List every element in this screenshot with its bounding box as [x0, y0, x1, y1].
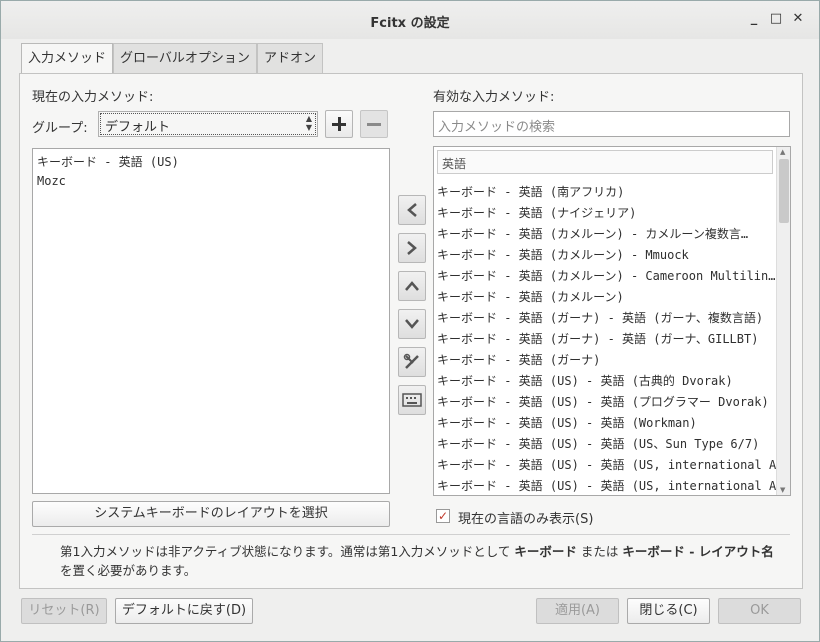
only-current-lang-label[interactable]: 現在の言語のみ表示(S): [458, 508, 593, 527]
restore-defaults-button[interactable]: デフォルトに戻す(D): [115, 598, 253, 624]
add-group-button[interactable]: [325, 110, 353, 138]
chevron-right-icon: [407, 241, 417, 255]
reset-button[interactable]: リセット(R): [21, 598, 107, 624]
current-im-list[interactable]: キーボード - 英語 (US) Mozc: [32, 148, 390, 494]
move-right-button[interactable]: [398, 233, 426, 263]
list-item[interactable]: キーボード - 英語 (ナイジェリア): [437, 204, 636, 221]
list-item[interactable]: キーボード - 英語 (US) - 英語 (US, international …: [437, 456, 783, 473]
scroll-down-icon[interactable]: ▼: [780, 486, 785, 494]
chevron-down-icon: [405, 319, 419, 329]
tools-icon: [403, 353, 419, 369]
note-bold: キーボード - レイアウト名: [622, 544, 774, 559]
only-current-lang-checkbox[interactable]: ✓: [436, 509, 450, 523]
list-item[interactable]: キーボード - 英語 (US) - 英語 (US、Sun Type 6/7): [437, 435, 759, 452]
select-system-layout-button[interactable]: システムキーボードのレイアウトを選択: [32, 501, 390, 527]
divider: [32, 534, 790, 535]
move-down-button[interactable]: [398, 309, 426, 339]
list-item[interactable]: キーボード - 英語 (カメルーン) - Cameroon Multilin…: [437, 267, 775, 284]
scroll-up-icon[interactable]: ▲: [780, 148, 785, 156]
list-item[interactable]: Mozc: [37, 174, 66, 188]
group-select-value: デフォルト: [105, 120, 171, 135]
list-item[interactable]: キーボード - 英語 (US) - 英語 (プログラマー Dvorak): [437, 393, 769, 410]
input-method-panel: 現在の入力メソッド: グループ: デフォルト ▲ ▼ キーボード - 英語 (US…: [19, 73, 803, 589]
list-item[interactable]: キーボード - 英語 (US) - 英語 (US, international …: [437, 477, 783, 494]
scrollbar[interactable]: ▲ ▼: [776, 147, 790, 495]
plus-icon: [332, 117, 346, 131]
remove-group-button[interactable]: [360, 110, 388, 138]
keyboard-layout-button[interactable]: [398, 385, 426, 415]
tab-addons[interactable]: アドオン: [257, 43, 324, 73]
group-header-box: 英語: [437, 150, 773, 174]
tab-global-options[interactable]: グローバルオプション: [113, 43, 257, 73]
settings-window: Fcitx の設定 _ □ ✕ 入力メソッド グローバルオプション アドオン 現…: [0, 0, 820, 642]
scrollbar-thumb[interactable]: [779, 159, 789, 223]
note-text: または: [576, 544, 623, 559]
minimize-icon[interactable]: _: [747, 12, 761, 26]
note-bold: キーボード: [514, 544, 577, 559]
keyboard-icon: [402, 393, 422, 407]
chevron-left-icon: [407, 203, 417, 217]
maximize-icon[interactable]: □: [769, 12, 783, 26]
minus-icon: [367, 123, 381, 126]
chevron-up-icon: [405, 281, 419, 291]
move-left-button[interactable]: [398, 195, 426, 225]
list-item[interactable]: キーボード - 英語 (US) - 英語 (Workman): [437, 414, 697, 431]
list-item[interactable]: キーボード - 英語 (ガーナ) - 英語 (ガーナ、GILLBT): [437, 330, 758, 347]
list-item[interactable]: キーボード - 英語 (カメルーン): [437, 288, 624, 305]
spin-arrows-icon: ▲ ▼: [305, 114, 312, 132]
move-up-button[interactable]: [398, 271, 426, 301]
available-im-list[interactable]: 英語 キーボード - 英語 (南アフリカ) キーボード - 英語 (ナイジェリア)…: [433, 146, 791, 496]
note-text: 第1入力メソッドは非アクティブ状態になります。通常は第1入力メソッドとして: [60, 544, 515, 559]
info-note: 第1入力メソッドは非アクティブ状態になります。通常は第1入力メソッドとして キー…: [60, 542, 790, 580]
group-label: グループ:: [32, 121, 88, 136]
note-text: を置く必要があります。: [60, 563, 197, 578]
list-item[interactable]: キーボード - 英語 (カメルーン) - カメルーン複数言…: [437, 225, 748, 242]
group-select[interactable]: デフォルト ▲ ▼: [98, 111, 318, 137]
list-item[interactable]: キーボード - 英語 (US) - 英語 (古典的 Dvorak): [437, 372, 733, 389]
close-icon[interactable]: ✕: [791, 12, 805, 26]
title-bar[interactable]: Fcitx の設定 _ □ ✕: [1, 1, 819, 39]
list-item[interactable]: キーボード - 英語 (南アフリカ): [437, 183, 624, 200]
tab-input-method[interactable]: 入力メソッド: [21, 43, 114, 74]
list-item[interactable]: キーボード - 英語 (ガーナ): [437, 351, 600, 368]
im-search-input[interactable]: 入力メソッドの検索: [433, 111, 790, 137]
apply-button[interactable]: 適用(A): [536, 598, 619, 624]
current-im-heading: 現在の入力メソッド:: [32, 90, 154, 105]
ok-button[interactable]: OK: [718, 598, 801, 624]
list-item[interactable]: キーボード - 英語 (カメルーン) - Mmuock: [437, 246, 689, 263]
group-header-english: 英語: [442, 157, 467, 171]
available-im-heading: 有効な入力メソッド:: [433, 90, 555, 105]
list-item[interactable]: キーボード - 英語 (US): [37, 153, 179, 170]
configure-im-button[interactable]: [398, 347, 426, 377]
close-button[interactable]: 閉じる(C): [627, 598, 710, 624]
list-item[interactable]: キーボード - 英語 (ガーナ) - 英語 (ガーナ、複数言語): [437, 309, 763, 326]
window-title: Fcitx の設定: [370, 16, 450, 31]
